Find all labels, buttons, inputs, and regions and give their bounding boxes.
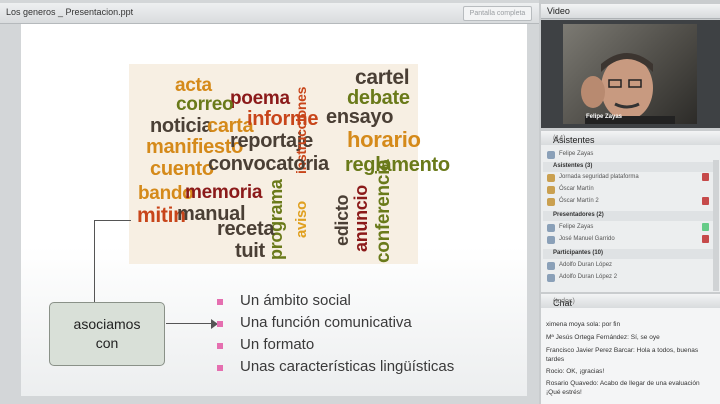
user-icon — [547, 236, 555, 244]
word: receta — [217, 218, 275, 240]
attendee-row[interactable]: Jornada seguridad plataforma — [543, 173, 715, 183]
bullet-icon — [217, 343, 223, 349]
presenter-avatar — [581, 53, 675, 124]
presentation-title: Los generos _ Presentacion.ppt — [6, 7, 134, 17]
callout-box: asociamos con — [49, 302, 165, 366]
attendee-row[interactable]: Óscar Martín 2 — [543, 197, 715, 207]
camera-name-label: Felipe Zayas — [586, 114, 623, 120]
mic-muted-icon — [702, 235, 709, 243]
word: correo — [176, 94, 234, 115]
chat-message: Rocio: OK, ¡gracias! — [546, 368, 605, 375]
word: conferencia — [373, 159, 394, 263]
mic-muted-icon — [702, 197, 709, 205]
user-icon — [547, 174, 555, 182]
arrow-line — [166, 323, 214, 324]
word: ensayo — [326, 106, 394, 128]
section-header[interactable]: Participantes (10) — [543, 249, 715, 259]
word: convocatoria — [208, 153, 329, 175]
attendee-row[interactable]: José Manuel Garrido — [543, 235, 715, 245]
attendee-row[interactable]: Adolfo Duran López — [543, 261, 715, 271]
user-icon — [547, 274, 555, 282]
mic-active-icon — [702, 223, 709, 231]
video-panel-header[interactable]: Video — [541, 4, 720, 19]
word-cloud: acta cartel poema correo debate noticia … — [129, 64, 450, 264]
chat-message: Rosario Quavedo: Acabo de llegar de una … — [546, 380, 700, 396]
chat-message: Mª Jesús Ortega Fernández: Sí, se oye — [546, 334, 660, 341]
fullscreen-button[interactable]: Pantalla completa — [463, 6, 532, 21]
word: anuncio — [351, 185, 371, 252]
callout-line-2: con — [95, 335, 119, 351]
attendees-scrollbar[interactable] — [713, 160, 719, 291]
video-panel-title: Video — [547, 6, 570, 16]
word: aviso — [293, 201, 310, 238]
word: tuit — [235, 240, 265, 262]
user-icon — [547, 224, 555, 232]
mic-muted-icon — [702, 173, 709, 181]
attendee-row[interactable]: Adolfo Duran López 2 — [543, 273, 715, 283]
user-icon — [547, 198, 555, 206]
chat-panel-header[interactable]: Chat (todos) — [541, 294, 720, 309]
word: horario — [347, 127, 421, 152]
bullet-icon — [217, 365, 223, 371]
section-header[interactable]: Asistentes (3) — [543, 162, 715, 172]
slide: acta cartel poema correo debate noticia … — [21, 24, 527, 396]
webcam-video — [563, 24, 697, 124]
attendee-row[interactable]: Óscar Martín — [543, 185, 715, 195]
word: reglamento — [345, 154, 450, 176]
word: memoria — [185, 182, 263, 203]
attendee-me[interactable]: Felipe Zayas — [543, 150, 715, 160]
chat-message: ximena moya sola: por fin — [546, 321, 621, 328]
bullet-icon — [217, 321, 223, 327]
word: cuento — [150, 158, 214, 180]
user-icon — [547, 151, 555, 159]
attendees-panel-header[interactable]: Asistentes (14) — [541, 131, 720, 146]
user-icon — [547, 262, 555, 270]
attendee-row[interactable]: Felipe Zayas — [543, 223, 715, 233]
word: poema — [230, 88, 290, 109]
word: edicto — [332, 194, 352, 246]
callout-line-1: asociamos — [73, 316, 141, 332]
word: noticia — [150, 115, 213, 137]
section-header[interactable]: Presentadores (2) — [543, 211, 715, 221]
presentation-titlebar: Los generos _ Presentacion.ppt Pantalla … — [0, 3, 539, 24]
bullet-icon — [217, 299, 223, 305]
chat-message: Francisco Javier Perez Barcar: Hola a to… — [546, 347, 699, 363]
user-icon — [547, 186, 555, 194]
